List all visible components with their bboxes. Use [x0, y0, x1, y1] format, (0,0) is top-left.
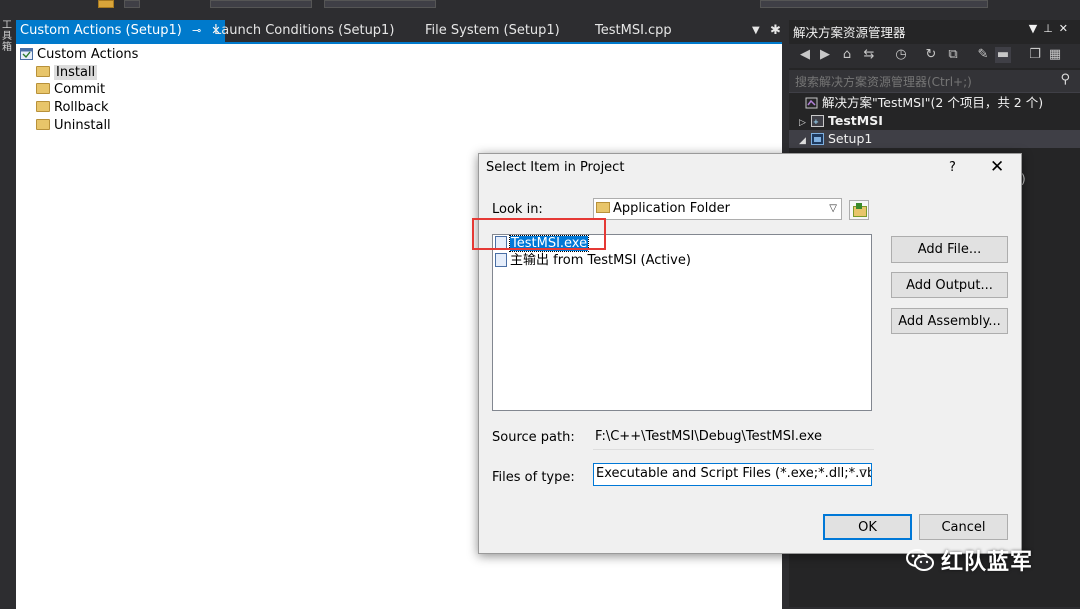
output-file-icon — [495, 252, 507, 267]
list-item-primary-output[interactable]: 主输出 from TestMSI (Active) — [495, 252, 691, 269]
source-path-label: Source path: — [492, 430, 575, 445]
select-item-dialog: Select Item in Project ? ✕ Look in: Appl… — [478, 153, 1022, 554]
highlight-annotation — [472, 218, 606, 250]
tab-custom-actions[interactable]: Custom Actions (Setup1) ⊸ ✕ — [16, 20, 225, 42]
tab-label: Custom Actions (Setup1) — [20, 23, 182, 38]
tree-item-uninstall[interactable]: Uninstall — [36, 117, 111, 134]
pin-icon[interactable]: ⊸ — [192, 20, 201, 42]
collapse-all-icon[interactable]: ⧉ — [945, 47, 961, 63]
top-toolbar-strip — [0, 0, 1080, 8]
document-tab-bar: Custom Actions (Setup1) ⊸ ✕ Launch Condi… — [16, 20, 784, 42]
tab-label: TestMSI.cpp — [595, 23, 672, 38]
add-file-button[interactable]: Add File... — [891, 236, 1008, 263]
tab-file-system[interactable]: File System (Setup1) — [425, 20, 560, 42]
look-in-dropdown[interactable]: Application Folder ▽ — [593, 198, 842, 220]
properties-icon[interactable]: ✎ — [975, 47, 991, 63]
up-one-level-button[interactable] — [849, 200, 869, 220]
tree-item-commit[interactable]: Commit — [36, 81, 105, 98]
folder-icon — [36, 83, 50, 94]
collapse-arrow-icon[interactable]: ◢ — [799, 132, 811, 150]
dialog-title: Select Item in Project — [486, 160, 625, 175]
toolbar-search[interactable] — [760, 0, 988, 8]
solution-search-box[interactable]: ⚲ — [789, 70, 1080, 93]
help-icon[interactable]: ? — [949, 160, 956, 175]
watermark: 红队蓝军 — [905, 543, 1033, 577]
folder-icon — [36, 101, 50, 112]
panel-title: 解决方案资源管理器 — [793, 25, 906, 40]
folder-icon — [36, 66, 50, 77]
preview-icon[interactable]: ▬ — [995, 47, 1011, 63]
tree-item-rollback[interactable]: Rollback — [36, 99, 109, 116]
add-output-button[interactable]: Add Output... — [891, 272, 1008, 298]
tab-testmsi-cpp[interactable]: TestMSI.cpp — [595, 20, 672, 42]
gear-icon[interactable]: ✱ — [770, 20, 781, 42]
solution-icon — [805, 97, 818, 108]
tree-item-install[interactable]: Install — [36, 64, 98, 81]
close-icon[interactable]: ✕ — [990, 157, 1004, 177]
tab-label: File System (Setup1) — [425, 23, 560, 38]
toolbar-icon[interactable] — [98, 0, 114, 8]
toolbox-label: 工具箱 — [2, 20, 12, 53]
wechat-logo-icon — [906, 549, 934, 571]
tab-label: Launch Conditions (Setup1) — [214, 23, 395, 38]
chevron-down-icon[interactable]: ▼ — [752, 20, 760, 42]
toolbox-strip[interactable]: 工具箱 — [0, 8, 16, 607]
switch-view-icon[interactable]: ⇆ — [861, 47, 877, 63]
look-in-label: Look in: — [492, 202, 543, 217]
cpp-project-icon: + — [811, 114, 824, 127]
chevron-down-icon: ▽ — [859, 468, 867, 479]
show-all-files-icon[interactable]: ❐ — [1027, 47, 1043, 63]
toolbar-dropdown[interactable] — [210, 0, 312, 8]
custom-actions-icon — [20, 47, 33, 60]
search-icon[interactable]: ⚲ — [1060, 72, 1070, 87]
svg-text:+: + — [813, 118, 819, 126]
home-icon[interactable]: ⌂ — [839, 47, 855, 63]
pin-icon[interactable]: ⊥ — [1043, 22, 1059, 35]
setup-project-icon — [811, 132, 824, 145]
toolbar-dropdown[interactable] — [324, 0, 436, 8]
solution-toolbar: ◀ ▶ ⌂ ⇆ ◷ ↻ ⧉ ✎ ▬ ❐ ▦ — [789, 44, 1080, 68]
project-node-setup1[interactable]: ◢ Setup1 — [789, 130, 1080, 148]
project-node-testmsi[interactable]: ▷ + TestMSI — [799, 112, 883, 130]
refresh-icon[interactable]: ↻ — [923, 47, 939, 63]
watermark-text: 红队蓝军 — [941, 550, 1034, 575]
view-code-icon[interactable]: ▦ — [1047, 47, 1063, 63]
solution-node[interactable]: 解决方案"TestMSI"(2 个项目，共 2 个) — [805, 94, 1043, 112]
files-of-type-label: Files of type: — [492, 470, 575, 485]
tree-root[interactable]: Custom Actions — [20, 46, 138, 63]
source-path-value: F:\C++\TestMSI\Debug\TestMSI.exe — [593, 425, 874, 450]
project-item-list[interactable]: TestMSI.exe 主输出 from TestMSI (Active) — [492, 234, 872, 411]
toolbar-icon[interactable] — [124, 0, 140, 8]
tab-launch-conditions[interactable]: Launch Conditions (Setup1) — [214, 20, 394, 42]
files-of-type-dropdown[interactable]: Executable and Script Files (*.exe;*.dll… — [593, 463, 872, 486]
ok-button[interactable]: OK — [823, 514, 912, 540]
folder-icon — [36, 119, 50, 130]
solution-search-input[interactable] — [793, 72, 1047, 92]
history-icon[interactable]: ◷ — [893, 47, 909, 63]
back-icon[interactable]: ◀ — [797, 47, 813, 63]
cancel-button[interactable]: Cancel — [919, 514, 1008, 540]
arrow-up-icon — [856, 203, 862, 209]
close-icon[interactable]: ✕ — [1059, 22, 1074, 35]
panel-title-controls: ▼⊥✕ — [1029, 22, 1074, 35]
chevron-down-icon[interactable]: ▼ — [1029, 22, 1043, 35]
forward-icon[interactable]: ▶ — [817, 47, 833, 63]
chevron-down-icon: ▽ — [829, 203, 837, 214]
folder-icon — [596, 202, 610, 213]
add-assembly-button[interactable]: Add Assembly... — [891, 308, 1008, 334]
